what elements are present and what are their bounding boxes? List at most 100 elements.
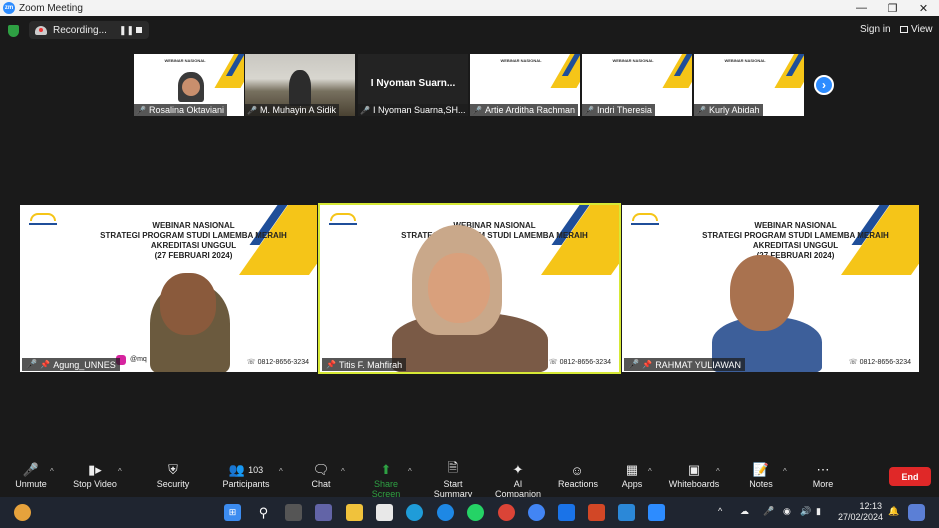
stop-video-label: Stop Video — [73, 479, 117, 489]
windows-start-icon[interactable]: ⊞ — [224, 504, 241, 521]
encryption-shield-icon[interactable] — [8, 25, 19, 37]
whiteboards-button[interactable]: ▣ Whiteboards — [668, 461, 720, 489]
view-label: View — [911, 24, 933, 35]
powerpoint-icon[interactable] — [588, 504, 605, 521]
muted-mic-icon: 🎤 — [628, 359, 640, 369]
participant-thumbnail[interactable]: 🎤 M. Muhayin A Sidik — [245, 54, 355, 116]
search-icon[interactable]: ⚲ — [255, 504, 272, 521]
weather-widget-icon[interactable] — [14, 504, 31, 521]
reactions-label: Reactions — [558, 479, 599, 489]
stop-recording-icon[interactable] — [136, 27, 142, 33]
apps-icon: ▦ — [625, 462, 639, 477]
start-summary-button[interactable]: 🗎 Start Summary — [424, 460, 482, 499]
microphone-tray-icon[interactable]: 🎤 — [763, 506, 774, 517]
participant-face — [182, 78, 200, 96]
pause-recording-icon[interactable]: ❚❚ — [119, 25, 134, 36]
microsoft-store-icon[interactable] — [376, 504, 393, 521]
slide-title: WEBINAR NASIONAL — [164, 58, 206, 63]
view-button[interactable]: View — [900, 24, 933, 35]
stop-video-button[interactable]: ▮▸ Stop Video — [72, 461, 118, 489]
chat-options-caret-icon[interactable]: ^ — [341, 467, 345, 476]
close-icon[interactable]: ✕ — [908, 0, 939, 16]
chrome-profile-icon[interactable] — [528, 504, 545, 521]
reactions-button[interactable]: ☺ Reactions — [558, 461, 599, 490]
volume-icon[interactable]: 🔊 — [800, 506, 811, 517]
chrome-icon[interactable] — [498, 504, 515, 521]
participant-thumbnail[interactable]: WEBINAR NASIONAL 🎤 Rosalina Oktaviani — [134, 54, 244, 116]
video-tile[interactable]: WEBINAR NASIONAL STRATEGI PROGRAM STUDI … — [20, 205, 317, 372]
participant-name-tag: 🎤 Rosalina Oktaviani — [134, 104, 228, 116]
shield-icon: ⛨ — [168, 462, 178, 477]
show-hidden-icons-chevron-icon[interactable]: ^ — [718, 506, 722, 516]
slide-phone-number: 0812-8656-3234 — [859, 359, 911, 366]
apps-button[interactable]: ▦ Apps — [620, 461, 644, 489]
next-page-button[interactable]: › — [814, 75, 834, 95]
notepad-icon[interactable] — [618, 504, 635, 521]
copilot-icon[interactable] — [908, 504, 925, 521]
participants-options-caret-icon[interactable]: ^ — [279, 467, 283, 476]
participant-name-tag: 📌 Titis F. Mahfirah — [322, 358, 407, 371]
share-screen-button[interactable]: ⬆ Share Screen — [360, 461, 412, 499]
whiteboard-options-caret-icon[interactable]: ^ — [716, 467, 720, 476]
title-bar: zm Zoom Meeting — ❐ ✕ — [0, 0, 939, 16]
participant-thumbnail[interactable]: WEBINAR NASIONAL 🎤 Indri Theresia — [582, 54, 692, 116]
wifi-icon[interactable]: ◉ — [783, 506, 791, 517]
system-clock[interactable]: 12:13 27/02/2024 — [838, 501, 883, 523]
share-options-caret-icon[interactable]: ^ — [408, 467, 412, 476]
unmute-button[interactable]: 🎤 Unmute — [14, 461, 48, 489]
whiteboards-label: Whiteboards — [668, 479, 720, 489]
participants-button[interactable]: 👥 103 Participants — [222, 461, 270, 489]
file-explorer-icon[interactable] — [346, 504, 363, 521]
slide-heading-line: WEBINAR NASIONAL — [152, 221, 235, 230]
participant-name: I Nyoman Suarna,SH... — [372, 105, 466, 115]
sign-in-link[interactable]: Sign in — [860, 24, 891, 35]
restore-icon[interactable]: ❐ — [877, 0, 908, 16]
participant-thumbnail[interactable]: WEBINAR NASIONAL 🎤 Artie Arditha Rachman — [470, 54, 580, 116]
participant-name: Titis F. Mahfirah — [338, 359, 403, 370]
more-dots-icon: ⋯ — [816, 462, 830, 477]
meeting-status-bar: Recording... ❚❚ Sign in View — [0, 16, 939, 44]
pin-icon: 📌 — [40, 360, 51, 369]
more-label: More — [812, 479, 834, 489]
participant-name: Rosalina Oktaviani — [148, 105, 225, 115]
notes-button[interactable]: 📝 Notes — [748, 461, 774, 489]
task-view-icon[interactable] — [285, 504, 302, 521]
participant-name-tag: 🎤 Kurly Abidah — [694, 104, 763, 116]
participant-thumbnail[interactable]: I Nyoman Suarn... 🎤 I Nyoman Suarna,SH... — [358, 54, 468, 116]
apps-options-caret-icon[interactable]: ^ — [648, 467, 652, 476]
video-options-caret-icon[interactable]: ^ — [118, 467, 122, 476]
recording-cloud-icon — [35, 25, 47, 35]
cloud-sync-icon[interactable]: ☁ — [740, 506, 749, 517]
slide-title: WEBINAR NASIONAL — [724, 58, 766, 63]
audio-options-caret-icon[interactable]: ^ — [50, 467, 54, 476]
ai-companion-button[interactable]: ✦ AI Companion — [490, 461, 546, 499]
muted-mic-icon: 🎤 — [696, 105, 706, 115]
battery-icon[interactable]: ▮ — [816, 506, 821, 517]
participants-icon: 👥 103 — [228, 462, 264, 477]
end-meeting-button[interactable]: End — [889, 467, 931, 486]
media-player-icon[interactable] — [558, 504, 575, 521]
zoom-app-icon[interactable] — [648, 504, 665, 521]
edge-browser-icon[interactable] — [406, 504, 423, 521]
sparkle-icon: ✦ — [512, 462, 524, 477]
whatsapp-icon[interactable] — [467, 504, 484, 521]
slide-heading-line: WEBINAR NASIONAL — [453, 221, 536, 230]
instagram-handle: @mq — [130, 356, 147, 363]
unmute-label: Unmute — [15, 479, 47, 489]
participant-thumbnail[interactable]: WEBINAR NASIONAL 🎤 Kurly Abidah — [694, 54, 804, 116]
video-tile[interactable]: WEBINAR NASIONAL STRATEGI PROGRAM STUDI … — [622, 205, 919, 372]
recording-label: Recording... — [53, 24, 107, 36]
more-button[interactable]: ⋯ More — [810, 461, 836, 489]
chat-button[interactable]: 🗨 Chat — [307, 461, 335, 489]
slide-heading-line: AKREDITASI UNGGUL — [752, 241, 839, 250]
browser-icon[interactable] — [437, 504, 454, 521]
video-tile-active-speaker[interactable]: WEBINAR NASIONAL STRATEGI PROGRAM STUDI … — [318, 203, 621, 374]
zoom-logo-icon: zm — [3, 2, 15, 14]
teams-chat-icon[interactable] — [315, 504, 332, 521]
minimize-icon[interactable]: — — [846, 0, 877, 16]
notes-options-caret-icon[interactable]: ^ — [783, 467, 787, 476]
muted-mic-icon: 🎤 — [247, 105, 257, 115]
notifications-bell-icon[interactable]: 🔔 — [888, 506, 899, 517]
slide-heading-line: STRATEGI PROGRAM STUDI LAMEMBA MERAIH — [100, 231, 287, 240]
security-button[interactable]: ⛨ Security — [155, 461, 191, 489]
